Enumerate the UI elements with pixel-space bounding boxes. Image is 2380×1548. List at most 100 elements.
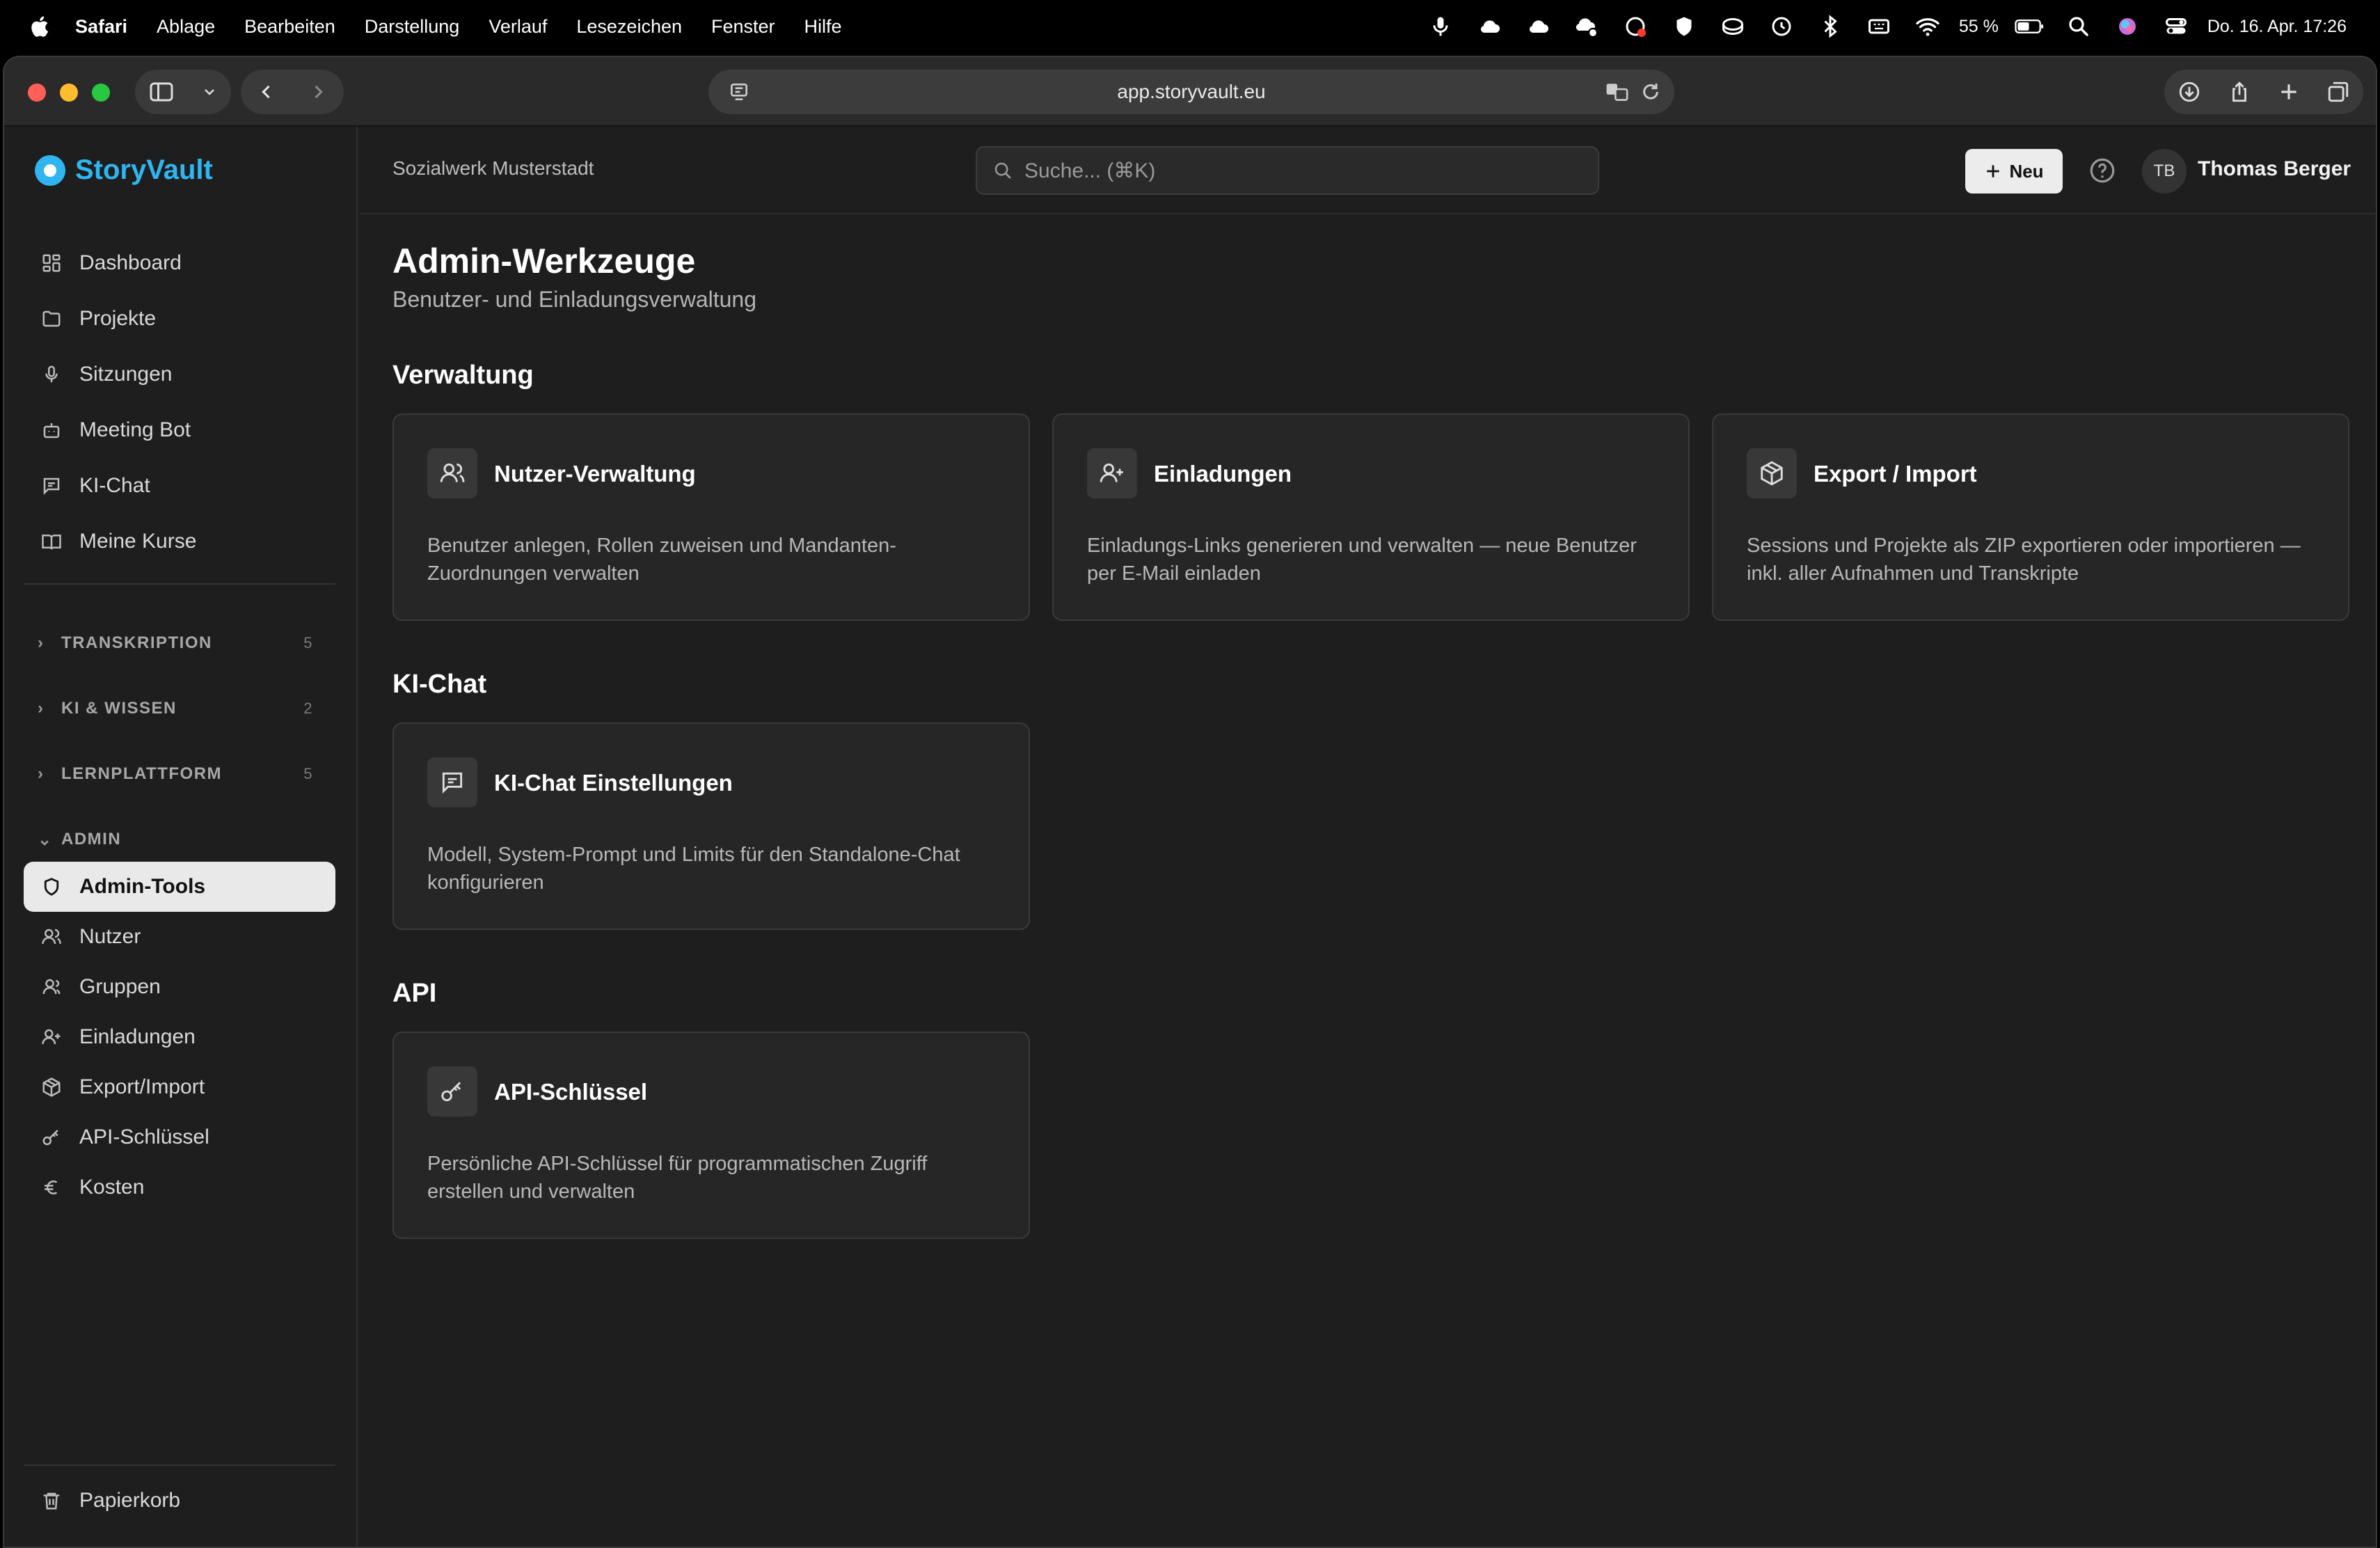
section-transkription[interactable]: › TRANSKRIPTION 5 <box>38 629 330 657</box>
sidebar-toggle-button[interactable] <box>135 70 231 114</box>
menu-lesezeichen[interactable]: Lesezeichen <box>576 16 682 38</box>
card-einladungen[interactable]: Einladungen Einladungs-Links generieren … <box>1052 413 1690 621</box>
section-label: TRANSKRIPTION <box>61 633 212 652</box>
sidebar-item-projekte[interactable]: Projekte <box>24 294 335 344</box>
sidebar-item-papierkorb[interactable]: Papierkorb <box>24 1476 335 1526</box>
book-icon <box>39 529 64 554</box>
chevron-down-icon: ⌄ <box>38 830 53 849</box>
card-export-import[interactable]: Export / Import Sessions und Projekte al… <box>1712 413 2349 621</box>
url-text[interactable]: app.storyvault.eu <box>1117 81 1265 103</box>
cloud-icon[interactable] <box>1514 0 1562 53</box>
organization-name[interactable]: Sozialwerk Musterstadt <box>392 157 594 180</box>
card-ki-chat-einstellungen[interactable]: KI-Chat Einstellungen Modell, System-Pro… <box>392 722 1030 930</box>
sidebar-item-admin-tools[interactable]: Admin-Tools <box>24 862 335 912</box>
menu-bearbeiten[interactable]: Bearbeiten <box>244 16 335 38</box>
sidebar-item-export-import[interactable]: Export/Import <box>24 1062 335 1112</box>
menu-fenster[interactable]: Fenster <box>711 16 775 38</box>
page-settings-icon[interactable] <box>728 81 750 103</box>
bluetooth-icon[interactable] <box>1806 0 1855 53</box>
sidebar-item-kosten[interactable]: Kosten <box>24 1162 335 1213</box>
card-title: Export / Import <box>1814 461 1977 487</box>
sidebar-item-label: Papierkorb <box>79 1489 181 1512</box>
minimize-window-button[interactable] <box>60 84 78 102</box>
sidebar-item-gruppen[interactable]: Gruppen <box>24 962 335 1012</box>
section-admin[interactable]: ⌄ ADMIN <box>38 826 330 853</box>
plus-icon <box>1987 165 2000 177</box>
shield-icon[interactable] <box>1660 0 1708 53</box>
help-icon[interactable] <box>2088 156 2117 185</box>
close-window-button[interactable] <box>28 84 46 102</box>
section-lernplattform[interactable]: › LERNPLATTFORM 5 <box>38 760 330 788</box>
time-machine-icon[interactable] <box>1757 0 1806 53</box>
siri-icon[interactable] <box>2103 0 2152 53</box>
apple-icon[interactable] <box>28 14 50 39</box>
tab-overview-icon[interactable] <box>2326 80 2350 104</box>
download-icon[interactable] <box>2177 80 2201 104</box>
sidebar-item-sitzungen[interactable]: Sitzungen <box>24 349 335 400</box>
reload-icon[interactable] <box>1640 81 1662 103</box>
sidebar-item-meine-kurse[interactable]: Meine Kurse <box>24 516 335 567</box>
search-input[interactable]: Suche... (⌘K) <box>976 146 1599 195</box>
section-count: 5 <box>303 634 313 651</box>
menubar-clock[interactable]: Do. 16. Apr. 17:26 <box>2200 17 2354 37</box>
browser-toolbar: app.storyvault.eu <box>4 57 2376 127</box>
sidebar-item-dashboard[interactable]: Dashboard <box>24 238 335 288</box>
sidebar-item-einladungen[interactable]: Einladungen <box>24 1012 335 1062</box>
forward-arrow-icon[interactable] <box>308 82 328 102</box>
back-arrow-icon[interactable] <box>257 82 276 102</box>
sidebar-item-nutzer[interactable]: Nutzer <box>24 912 335 962</box>
translate-icon[interactable] <box>1605 81 1630 103</box>
card-nutzer-verwaltung[interactable]: Nutzer-Verwaltung Benutzer anlegen, Roll… <box>392 413 1030 621</box>
chevron-down-icon <box>204 89 214 95</box>
keyboard-icon[interactable] <box>1855 0 1903 53</box>
menu-hilfe[interactable]: Hilfe <box>804 16 842 38</box>
sidebar-item-meeting-bot[interactable]: Meeting Bot <box>24 405 335 455</box>
package-icon <box>1747 448 1797 498</box>
menu-ablage[interactable]: Ablage <box>157 16 215 38</box>
cloud-sync-icon[interactable] <box>1562 0 1611 53</box>
drive-icon[interactable] <box>1708 0 1757 53</box>
group-title-api: API <box>392 979 437 1008</box>
battery-percent: 55 % <box>1958 16 1999 36</box>
sidebar-divider <box>24 583 335 585</box>
sidebar-icon <box>150 82 173 102</box>
zoom-window-button[interactable] <box>92 84 110 102</box>
group-title-verwaltung: Verwaltung <box>392 361 534 390</box>
address-bar[interactable]: app.storyvault.eu <box>708 70 1674 114</box>
sidebar-item-ki-chat[interactable]: KI-Chat <box>24 461 335 511</box>
card-description: Benutzer anlegen, Rollen zuweisen und Ma… <box>427 535 896 585</box>
card-title: API-Schlüssel <box>494 1079 648 1105</box>
card-description: Modell, System-Prompt und Limits für den… <box>427 844 960 894</box>
brand-logo[interactable]: StoryVault <box>35 155 213 186</box>
card-api-schluessel[interactable]: API-Schlüssel Persönliche API-Schlüssel … <box>392 1032 1030 1239</box>
new-button[interactable]: Neu <box>1965 149 2063 194</box>
sidebar-item-label: Meeting Bot <box>79 418 191 441</box>
monitor-icon[interactable] <box>1611 0 1660 53</box>
user-name[interactable]: Thomas Berger <box>2198 157 2351 181</box>
sidebar-item-label: Dashboard <box>79 251 182 274</box>
microphone-icon[interactable] <box>1416 0 1465 53</box>
shield-icon <box>39 874 64 899</box>
group-title-ki-chat: KI-Chat <box>392 670 487 699</box>
battery-icon[interactable] <box>2006 0 2054 53</box>
menu-verlauf[interactable]: Verlauf <box>489 16 547 38</box>
menu-darstellung[interactable]: Darstellung <box>365 16 460 38</box>
status-items: 55 % Do. 16. Apr. 17:26 <box>1416 0 2354 53</box>
wifi-icon[interactable] <box>1903 0 1952 53</box>
menu-app-name[interactable]: Safari <box>75 16 127 38</box>
search-placeholder: Suche... (⌘K) <box>1024 159 1156 182</box>
sidebar-item-label: Projekte <box>79 307 157 330</box>
new-tab-icon[interactable] <box>2278 81 2300 103</box>
cloud-icon[interactable] <box>1465 0 1514 53</box>
group-icon <box>39 974 64 1000</box>
share-icon[interactable] <box>2228 80 2251 104</box>
app-header: Sozialwerk Musterstadt Suche... (⌘K) Neu… <box>359 127 2376 214</box>
control-center-icon[interactable] <box>2152 0 2200 53</box>
page-title: Admin-Werkzeuge <box>392 242 696 281</box>
sidebar-item-api-schluessel[interactable]: API-Schlüssel <box>24 1112 335 1162</box>
new-button-label: Neu <box>2009 160 2044 182</box>
spotlight-icon[interactable] <box>2054 0 2103 53</box>
section-ki-wissen[interactable]: › KI & WISSEN 2 <box>38 695 330 722</box>
avatar[interactable]: TB <box>2142 149 2187 194</box>
macos-menubar: Safari Ablage Bearbeiten Darstellung Ver… <box>0 0 2380 53</box>
